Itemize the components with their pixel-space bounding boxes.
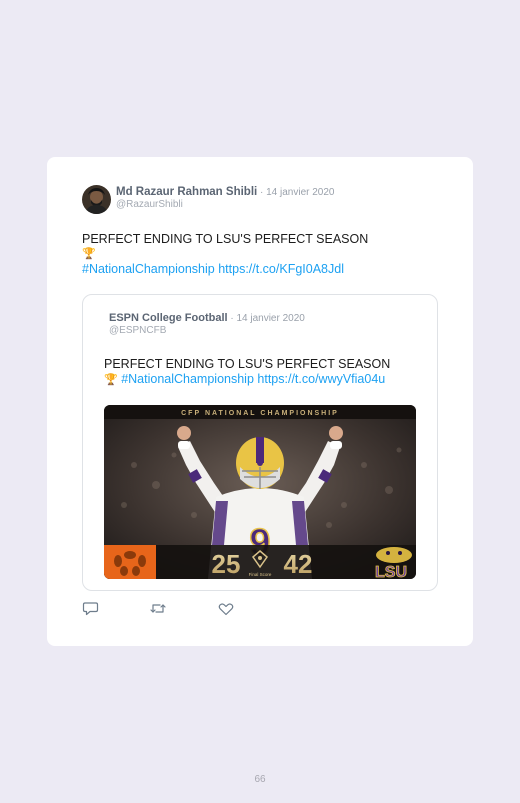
quoted-author-handle[interactable]: @ESPNCFB [109,325,166,336]
hashtag-link[interactable]: #NationalChampionship [82,262,215,276]
tweet-card: Md Razaur Rahman Shibli · 14 janvier 202… [47,157,473,646]
quoted-tweet-text: PERFECT ENDING TO LSU'S PERFECT SEASON 🏆… [104,357,424,388]
quoted-media-image[interactable]: CFP NATIONAL CHAMPIONSHIP 9 25 Final Sco… [104,405,416,579]
trophy-icon: 🏆 [82,248,96,260]
tweet-date[interactable]: · 14 janvier 2020 [257,187,335,198]
author-handle[interactable]: @RazaurShibli [116,199,183,210]
tweet-text-line: PERFECT ENDING TO LSU'S PERFECT SEASON [82,232,369,246]
tweet-text: PERFECT ENDING TO LSU'S PERFECT SEASON 🏆… [82,232,442,277]
page-number: 66 [254,774,266,785]
avatar[interactable] [82,185,111,214]
quoted-url-link[interactable]: https://t.co/wwyVfia04u [257,372,385,386]
quoted-text-line: PERFECT ENDING TO LSU'S PERFECT SEASON [104,357,391,371]
score-left: 25 [212,549,241,579]
like-icon[interactable] [217,600,235,618]
reply-icon[interactable] [82,600,100,618]
quoted-tweet[interactable]: ESPN College Football · 14 janvier 2020 … [82,294,438,591]
score-right: 42 [284,549,313,579]
quoted-tweet-date[interactable]: · 14 janvier 2020 [228,313,305,324]
retweet-icon[interactable] [149,600,167,618]
quoted-author-name[interactable]: ESPN College Football · 14 janvier 2020 [109,312,305,324]
media-banner-text: CFP NATIONAL CHAMPIONSHIP [181,410,339,417]
final-score-label: Final Score [249,572,272,577]
quoted-hashtag-link[interactable]: #NationalChampionship [121,372,254,386]
quoted-author-name-text[interactable]: ESPN College Football [109,312,228,324]
lsu-logo-text: LSU [375,564,407,579]
trophy-icon: 🏆 [104,374,118,386]
tweet-actions [82,600,282,618]
author-name-text[interactable]: Md Razaur Rahman Shibli [116,186,257,198]
tweet-url-link[interactable]: https://t.co/KFgI0A8Jdl [218,262,344,276]
clemson-logo [104,545,156,579]
author-name[interactable]: Md Razaur Rahman Shibli · 14 janvier 202… [116,186,335,198]
